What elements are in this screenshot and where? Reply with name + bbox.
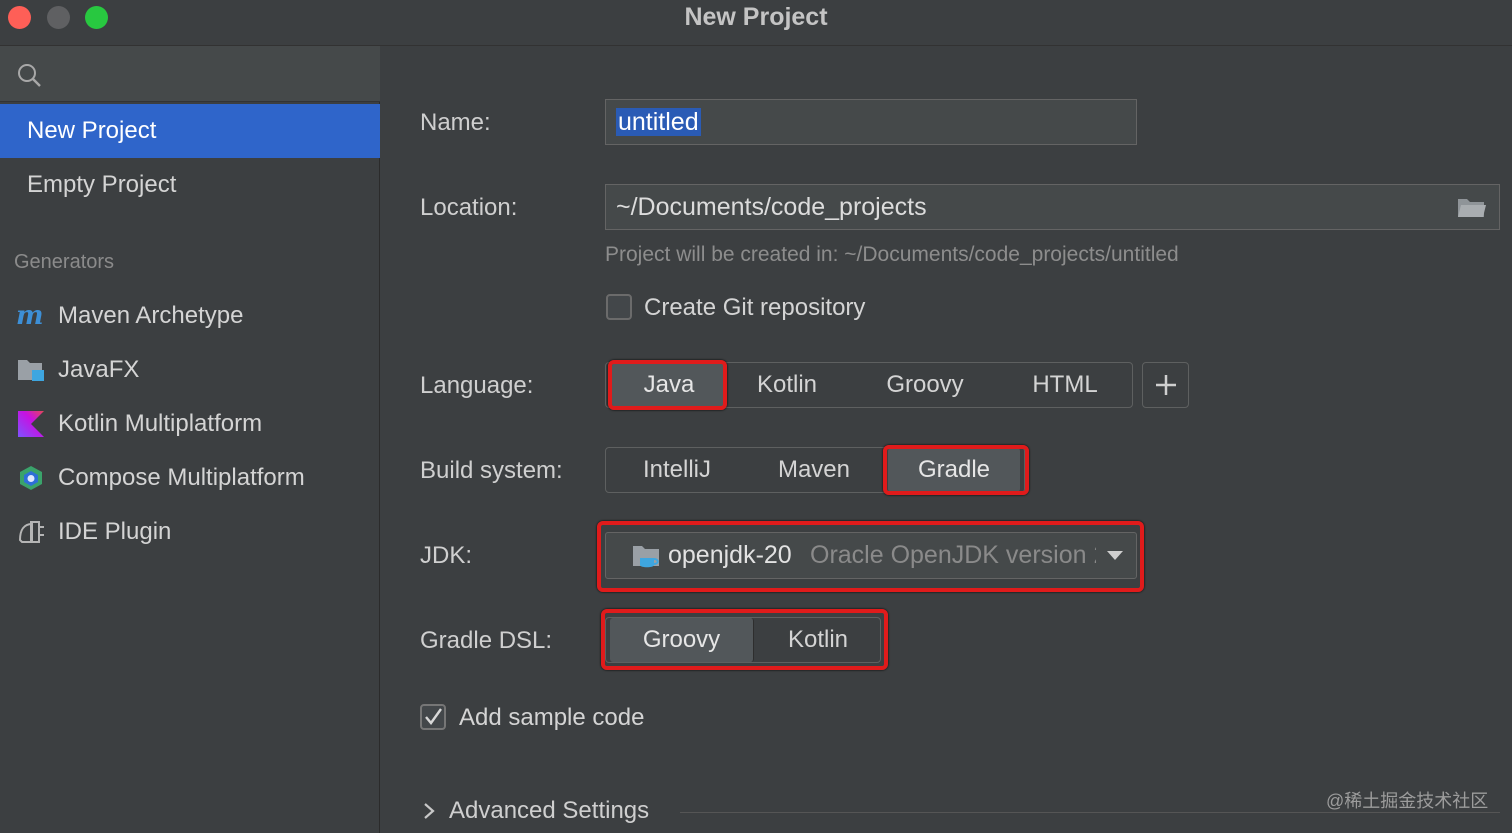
- watermark: @稀土掘金技术社区: [1326, 791, 1489, 811]
- window-title: New Project: [684, 3, 828, 31]
- build-option-maven[interactable]: Maven: [752, 448, 876, 492]
- search-input[interactable]: [52, 56, 362, 92]
- language-option-kotlin[interactable]: Kotlin: [730, 363, 844, 407]
- sidebar-item-compose-multiplatform[interactable]: Compose Multiplatform: [0, 453, 380, 503]
- sidebar: New Project Empty Project Generators m M…: [0, 46, 380, 833]
- sample-code-checkbox[interactable]: [420, 704, 446, 730]
- language-option-html[interactable]: HTML: [1000, 363, 1130, 407]
- sidebar-item-maven-archetype[interactable]: m Maven Archetype: [0, 291, 380, 341]
- language-highlight-box: [608, 360, 727, 410]
- generator-label: IDE Plugin: [58, 518, 172, 545]
- generator-label: Kotlin Multiplatform: [58, 410, 263, 437]
- advanced-settings-toggle[interactable]: Advanced Settings: [449, 797, 649, 825]
- name-label: Name:: [420, 109, 491, 136]
- sidebar-search[interactable]: [0, 46, 380, 102]
- git-checkbox-label: Create Git repository: [644, 294, 866, 321]
- svg-text:m: m: [16, 302, 44, 330]
- jdk-label: JDK:: [420, 542, 473, 569]
- sidebar-item-empty-project[interactable]: Empty Project: [0, 158, 380, 212]
- maven-icon: m: [16, 302, 44, 330]
- kotlin-icon: [18, 411, 44, 437]
- name-value: untitled: [616, 108, 701, 136]
- title-bar: New Project: [0, 0, 1512, 46]
- checkmark-icon: [425, 708, 442, 725]
- jdk-highlight-box: [597, 521, 1144, 592]
- location-value: ~/Documents/code_projects: [616, 193, 927, 221]
- compose-icon: [20, 466, 42, 490]
- build-option-intellij[interactable]: IntelliJ: [612, 448, 742, 492]
- generator-label: JavaFX: [58, 356, 140, 383]
- javafx-icon: [18, 360, 44, 381]
- build-system-label: Build system:: [420, 457, 563, 484]
- sample-code-label: Add sample code: [459, 704, 645, 731]
- location-hint: Project will be created in: ~/Documents/…: [605, 243, 1179, 266]
- sidebar-item-javafx[interactable]: JavaFX: [0, 345, 380, 395]
- generator-label: Compose Multiplatform: [58, 464, 305, 491]
- language-label: Language:: [420, 372, 534, 399]
- sidebar-item-new-project[interactable]: New Project: [0, 104, 380, 158]
- location-input[interactable]: ~/Documents/code_projects: [605, 184, 1500, 230]
- gradle-dsl-label: Gradle DSL:: [420, 627, 553, 654]
- chevron-right-icon[interactable]: [422, 802, 436, 820]
- generators-section-label: Generators: [14, 251, 115, 273]
- add-language-button[interactable]: [1142, 362, 1189, 408]
- search-icon: [18, 64, 41, 87]
- build-system-highlight-box: [883, 445, 1029, 495]
- name-input[interactable]: untitled: [605, 99, 1137, 145]
- sidebar-item-kotlin-multiplatform[interactable]: Kotlin Multiplatform: [0, 399, 380, 449]
- generator-label: Maven Archetype: [58, 302, 244, 329]
- gradle-dsl-highlight-box: [601, 609, 888, 670]
- folder-icon[interactable]: [1457, 196, 1487, 220]
- location-label: Location:: [420, 194, 518, 221]
- language-option-groovy[interactable]: Groovy: [858, 363, 992, 407]
- plus-icon: [1156, 375, 1176, 395]
- git-checkbox[interactable]: [606, 294, 632, 320]
- plugin-icon: [18, 521, 44, 543]
- sidebar-item-ide-plugin[interactable]: IDE Plugin: [0, 507, 380, 557]
